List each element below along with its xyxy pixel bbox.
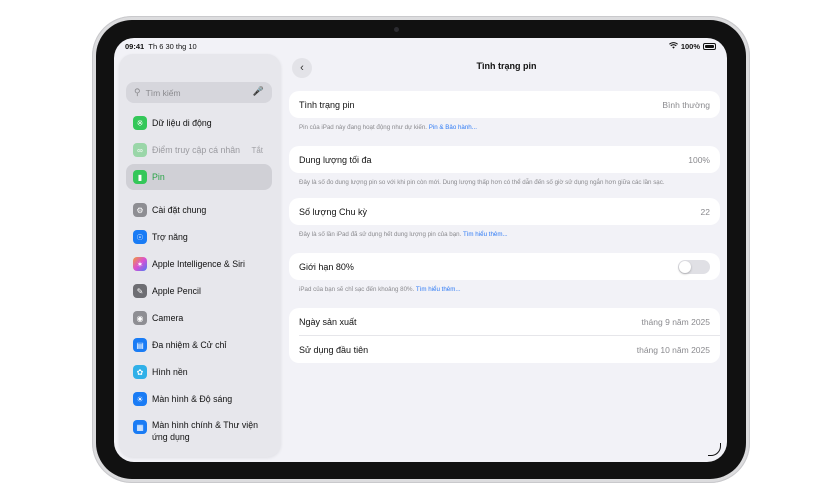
health-card: Tình trạng pin Bình thường xyxy=(289,91,720,118)
search-field[interactable]: ⚲ Tìm kiếm 🎤 xyxy=(126,82,272,103)
sidebar-item-mobile-data[interactable]: ※ Dữ liệu di động xyxy=(126,110,272,136)
health-label: Tình trạng pin xyxy=(299,99,355,110)
sun-icon: ☀ xyxy=(133,392,147,406)
detail-pane: ‹ Tình trạng pin Tình trạng pin Bình thư… xyxy=(286,54,727,462)
capacity-note: Đây là số đo dung lượng pin so với khi p… xyxy=(299,179,665,186)
sidebar-item-siri[interactable]: ✶ Apple Intelligence & Siri xyxy=(126,251,272,277)
capacity-label: Dung lượng tối đa xyxy=(299,154,372,165)
sidebar-item-camera[interactable]: ◉ Camera xyxy=(126,305,272,331)
wifi-icon xyxy=(668,42,678,51)
sidebar-item-multitasking[interactable]: ▤ Đa nhiệm & Cử chỉ xyxy=(126,332,272,358)
dates-card: Ngày sản xuất tháng 9 năm 2025 Sử dụng đ… xyxy=(289,308,720,363)
battery-icon: ▮ xyxy=(133,170,147,184)
sidebar-item-hotspot[interactable]: ∞ Điểm truy cập cá nhân Tắt xyxy=(126,137,272,163)
homescreen-icon: ▦ xyxy=(133,420,147,434)
siri-icon: ✶ xyxy=(133,257,147,271)
battery-percent: 100% xyxy=(680,42,700,51)
limit-80-toggle[interactable] xyxy=(678,260,710,274)
cycles-label: Số lượng Chu kỳ xyxy=(299,206,367,217)
screen: 09:41 Th 6 30 thg 10 100% ⚲ Tìm kiếm 🎤 ※… xyxy=(114,38,727,462)
cycles-value: 22 xyxy=(700,206,710,217)
sidebar-item-accessibility[interactable]: ☉ Trợ năng xyxy=(126,224,272,250)
battery-icon xyxy=(703,43,716,50)
hotspot-status: Tắt xyxy=(251,145,263,155)
status-bar: 09:41 Th 6 30 thg 10 100% xyxy=(114,38,727,54)
status-time: 09:41 Th 6 30 thg 10 xyxy=(125,42,197,51)
link-icon: ∞ xyxy=(133,143,147,157)
capacity-card: Dung lượng tối đa 100% xyxy=(289,146,720,173)
pencil-icon: ✎ xyxy=(133,284,147,298)
page-title: Tình trạng pin xyxy=(476,61,537,71)
camera-icon: ◉ xyxy=(133,311,147,325)
manufacture-row: Ngày sản xuất tháng 9 năm 2025 xyxy=(289,308,720,335)
limit-card: Giới hạn 80% xyxy=(289,253,720,280)
limit-row: Giới hạn 80% xyxy=(289,253,720,280)
capacity-row: Dung lượng tối đa 100% xyxy=(289,146,720,173)
gear-icon: ⚙ xyxy=(133,203,147,217)
sidebar-item-wallpaper[interactable]: ✿ Hình nền xyxy=(126,359,272,385)
cycles-note: Đây là số lần iPad đã sử dụng hết dung l… xyxy=(299,231,508,238)
health-note-link[interactable]: Pin & Bảo hành... xyxy=(429,124,477,131)
cycles-card: Số lượng Chu kỳ 22 xyxy=(289,198,720,225)
antenna-icon: ※ xyxy=(133,116,147,130)
manufacture-label: Ngày sản xuất xyxy=(299,316,357,327)
sidebar-item-apple-pencil[interactable]: ✎ Apple Pencil xyxy=(126,278,272,304)
sidebar-item-home-screen[interactable]: ▦ Màn hình chính & Thư viện ứng dụng xyxy=(126,416,272,450)
status-right: 100% xyxy=(668,42,716,51)
search-placeholder: Tìm kiếm xyxy=(145,87,181,98)
accessibility-icon: ☉ xyxy=(133,230,147,244)
first-use-row: Sử dụng đầu tiên tháng 10 năm 2025 xyxy=(289,336,720,363)
sidebar-item-battery[interactable]: ▮ Pin xyxy=(126,164,272,190)
toggle-knob xyxy=(679,261,691,273)
manufacture-value: tháng 9 năm 2025 xyxy=(641,316,710,327)
first-use-value: tháng 10 năm 2025 xyxy=(636,344,710,355)
cycles-note-link[interactable]: Tìm hiểu thêm... xyxy=(463,231,508,238)
capacity-value: 100% xyxy=(688,154,710,165)
microphone-icon[interactable]: 🎤 xyxy=(253,86,264,97)
search-icon: ⚲ xyxy=(134,87,141,97)
sidebar-item-display[interactable]: ☀ Màn hình & Độ sáng xyxy=(126,386,272,412)
limit-note-link[interactable]: Tìm hiểu thêm... xyxy=(416,286,461,293)
cycles-row: Số lượng Chu kỳ 22 xyxy=(289,198,720,225)
sidebar: ⚲ Tìm kiếm 🎤 ※ Dữ liệu di động ∞ Điểm tr… xyxy=(119,54,281,457)
limit-label: Giới hạn 80% xyxy=(299,261,354,272)
health-note: Pin của iPad này đang hoạt động như dự k… xyxy=(299,124,477,131)
limit-note: iPad của bạn sẽ chỉ sạc đến khoảng 80%. … xyxy=(299,286,461,293)
health-row[interactable]: Tình trạng pin Bình thường xyxy=(289,91,720,118)
sidebar-item-general[interactable]: ⚙ Cài đặt chung xyxy=(126,197,272,223)
health-value: Bình thường xyxy=(662,99,710,110)
first-use-label: Sử dụng đầu tiên xyxy=(299,344,369,355)
multitask-icon: ▤ xyxy=(133,338,147,352)
flower-icon: ✿ xyxy=(133,365,147,379)
front-camera xyxy=(394,27,399,32)
